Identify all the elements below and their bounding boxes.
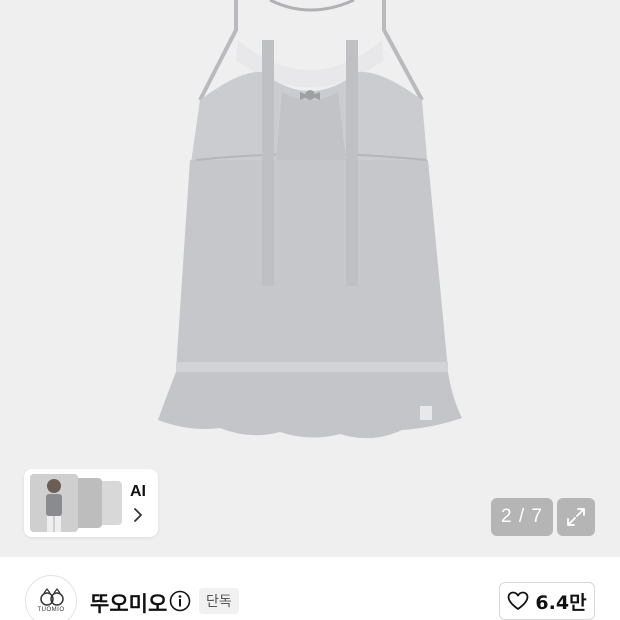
like-count: 6.4만 xyxy=(535,591,587,614)
brand-logo[interactable]: TUOMIO xyxy=(25,575,77,620)
info-icon[interactable] xyxy=(169,590,191,612)
image-page-counter: 2 / 7 xyxy=(491,498,553,536)
expand-icon xyxy=(567,508,585,526)
exclusive-badge: 단독 xyxy=(199,588,239,614)
ai-styling-card[interactable]: AI xyxy=(24,469,158,537)
heart-icon xyxy=(508,591,529,610)
brand-logo-text: TUOMIO xyxy=(37,607,65,613)
like-button[interactable]: 6.4만 xyxy=(499,582,595,620)
ai-thumbnail xyxy=(30,474,78,532)
ai-label: AI xyxy=(130,483,146,500)
seller-info-bar: TUOMIO 뚜오미오 단독 6.4만 xyxy=(0,557,620,620)
expand-image-button[interactable] xyxy=(557,498,595,536)
product-image-gallery[interactable]: AI 2 / 7 xyxy=(0,0,620,557)
brand-name-link[interactable]: 뚜오미오 xyxy=(90,588,167,618)
chevron-right-icon xyxy=(134,508,142,522)
